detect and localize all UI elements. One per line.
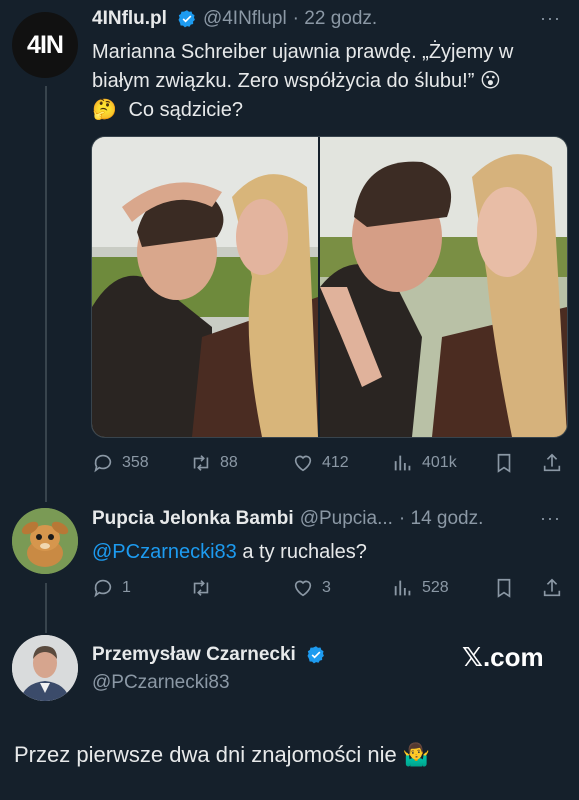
thinking-face-emoji: 🤔 xyxy=(92,99,117,121)
author-handle[interactable]: @PCzarnecki83 xyxy=(92,672,230,694)
reply-button[interactable]: 358 xyxy=(92,452,149,474)
surprised-face-emoji: 😮 xyxy=(479,70,501,92)
tweet-text-fragment: Co sądzicie? xyxy=(128,99,243,121)
bambi-avatar-image xyxy=(12,508,78,574)
bookmark-button[interactable] xyxy=(493,452,515,474)
views-chart-icon xyxy=(394,580,411,596)
tweet-media[interactable] xyxy=(91,136,568,438)
tweet-time[interactable]: · 22 godz. xyxy=(293,8,378,30)
share-button[interactable] xyxy=(541,452,563,474)
verified-badge-icon xyxy=(178,10,195,28)
more-options-icon[interactable]: ··· xyxy=(540,8,561,29)
bookmark-icon xyxy=(497,453,511,473)
like-button[interactable]: 412 xyxy=(292,452,349,474)
views-chart-icon xyxy=(394,455,411,471)
tweet2-text: @PCzarnecki83 a ty ruchales? xyxy=(92,538,367,567)
heart-icon xyxy=(294,455,312,472)
avatar-4influ[interactable]: 4IN xyxy=(12,12,78,78)
share-icon xyxy=(543,578,561,597)
tweet2-header: Pupcia Jelonka Bambi @Pupcia... · 14 god… xyxy=(92,508,483,530)
retweet-count: 88 xyxy=(220,454,238,471)
tweet1-header: 4INflu.pl @4INflupl · 22 godz. xyxy=(92,8,377,30)
photo-collage xyxy=(92,137,567,437)
like-button[interactable]: 3 xyxy=(292,577,331,599)
views-count: 528 xyxy=(422,579,449,596)
avatar-czarnecki[interactable] xyxy=(12,635,78,701)
tweet-text-line: 🤔 Co sądzicie? xyxy=(92,96,562,125)
retweet-button[interactable] xyxy=(190,577,220,599)
author-name[interactable]: 4INflu.pl xyxy=(92,8,167,30)
share-icon xyxy=(543,453,561,472)
share-button[interactable] xyxy=(541,577,563,599)
avatar-logo-text: 4IN xyxy=(27,30,64,59)
retweet-button[interactable]: 88 xyxy=(190,452,238,474)
retweet-icon xyxy=(193,455,209,471)
author-handle[interactable]: @Pupcia... xyxy=(300,508,393,530)
author-handle[interactable]: @4INflupl xyxy=(203,8,287,30)
reply-icon xyxy=(94,579,112,598)
profile-photo xyxy=(12,635,78,701)
tweet3-text: Przez pierwsze dwa dni znajomości nie 🤷‍… xyxy=(14,742,430,768)
views-count: 401k xyxy=(422,454,457,471)
reply-count: 1 xyxy=(122,579,131,596)
more-options-icon[interactable]: ··· xyxy=(540,508,561,529)
views-button[interactable]: 528 xyxy=(392,577,449,599)
tweet-time[interactable]: · 14 godz. xyxy=(399,508,484,530)
views-button[interactable]: 401k xyxy=(392,452,457,474)
reply-button[interactable]: 1 xyxy=(92,577,131,599)
x-brand-logo: 𝕏.com xyxy=(462,642,544,672)
thread-line xyxy=(45,86,47,502)
retweet-icon xyxy=(193,580,209,596)
reply-icon xyxy=(94,454,112,473)
tweet-text-line: Marianna Schreiber ujawnia prawdę. „Żyje… xyxy=(92,41,514,63)
tweet-text-fragment: białym związku. Zero współżycia do ślubu… xyxy=(92,70,475,92)
mention-link[interactable]: @PCzarnecki83 xyxy=(92,541,237,563)
like-count: 412 xyxy=(322,454,349,471)
author-name[interactable]: Przemysław Czarnecki xyxy=(92,644,296,666)
like-count: 3 xyxy=(322,579,331,596)
man-shrugging-emoji: 🤷‍♂️ xyxy=(402,742,431,767)
reply-count: 358 xyxy=(122,454,149,471)
verified-badge-icon xyxy=(307,646,324,664)
thread-line xyxy=(45,583,47,633)
author-name[interactable]: Pupcia Jelonka Bambi xyxy=(92,508,294,530)
tweet-text-fragment: Przez pierwsze dwa dni znajomości nie xyxy=(14,742,397,767)
avatar-pupcia[interactable] xyxy=(12,508,78,574)
bookmark-icon xyxy=(497,578,511,598)
tweet-text-fragment: a ty ruchales? xyxy=(236,541,367,563)
tweet-text-line: białym związku. Zero współżycia do ślubu… xyxy=(92,67,562,96)
bookmark-button[interactable] xyxy=(493,577,515,599)
heart-icon xyxy=(294,580,312,597)
tweet3-header: Przemysław Czarnecki xyxy=(92,644,326,666)
tweet1-text: Marianna Schreiber ujawnia prawdę. „Żyje… xyxy=(92,38,562,125)
